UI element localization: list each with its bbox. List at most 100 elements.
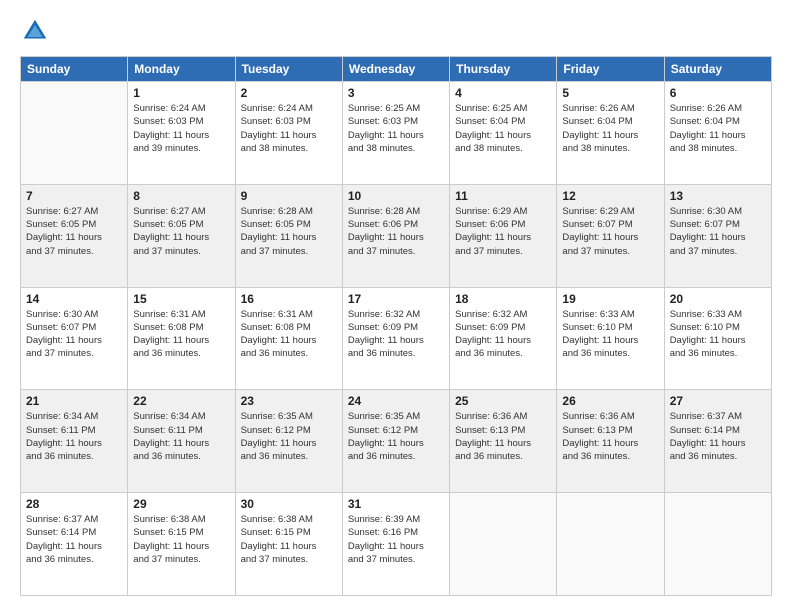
day-number: 3 bbox=[348, 86, 444, 100]
day-info: Sunrise: 6:32 AM Sunset: 6:09 PM Dayligh… bbox=[455, 308, 551, 361]
day-info: Sunrise: 6:25 AM Sunset: 6:04 PM Dayligh… bbox=[455, 102, 551, 155]
day-info: Sunrise: 6:26 AM Sunset: 6:04 PM Dayligh… bbox=[670, 102, 766, 155]
day-info: Sunrise: 6:24 AM Sunset: 6:03 PM Dayligh… bbox=[241, 102, 337, 155]
day-number: 7 bbox=[26, 189, 122, 203]
day-info: Sunrise: 6:30 AM Sunset: 6:07 PM Dayligh… bbox=[26, 308, 122, 361]
day-info: Sunrise: 6:33 AM Sunset: 6:10 PM Dayligh… bbox=[670, 308, 766, 361]
day-info: Sunrise: 6:39 AM Sunset: 6:16 PM Dayligh… bbox=[348, 513, 444, 566]
header bbox=[20, 16, 772, 46]
calendar-header-wednesday: Wednesday bbox=[342, 57, 449, 82]
day-info: Sunrise: 6:24 AM Sunset: 6:03 PM Dayligh… bbox=[133, 102, 229, 155]
calendar-header-friday: Friday bbox=[557, 57, 664, 82]
calendar-day-26: 26 Sunrise: 6:36 AM Sunset: 6:13 PM Dayli… bbox=[557, 390, 664, 493]
calendar-empty-cell bbox=[664, 493, 771, 596]
calendar-day-13: 13 Sunrise: 6:30 AM Sunset: 6:07 PM Dayli… bbox=[664, 184, 771, 287]
day-number: 1 bbox=[133, 86, 229, 100]
calendar-day-5: 5 Sunrise: 6:26 AM Sunset: 6:04 PM Daylig… bbox=[557, 82, 664, 185]
day-number: 27 bbox=[670, 394, 766, 408]
day-info: Sunrise: 6:27 AM Sunset: 6:05 PM Dayligh… bbox=[26, 205, 122, 258]
day-info: Sunrise: 6:25 AM Sunset: 6:03 PM Dayligh… bbox=[348, 102, 444, 155]
day-number: 10 bbox=[348, 189, 444, 203]
day-info: Sunrise: 6:27 AM Sunset: 6:05 PM Dayligh… bbox=[133, 205, 229, 258]
calendar-day-29: 29Sunrise: 6:38 AM Sunset: 6:15 PM Dayli… bbox=[128, 493, 235, 596]
calendar: SundayMondayTuesdayWednesdayThursdayFrid… bbox=[20, 56, 772, 596]
day-number: 24 bbox=[348, 394, 444, 408]
day-number: 19 bbox=[562, 292, 658, 306]
calendar-day-21: 21 Sunrise: 6:34 AM Sunset: 6:11 PM Dayli… bbox=[21, 390, 128, 493]
day-info: Sunrise: 6:30 AM Sunset: 6:07 PM Dayligh… bbox=[670, 205, 766, 258]
day-info: Sunrise: 6:37 AM Sunset: 6:14 PM Dayligh… bbox=[670, 410, 766, 463]
day-number: 23 bbox=[241, 394, 337, 408]
calendar-day-23: 23 Sunrise: 6:35 AM Sunset: 6:12 PM Dayli… bbox=[235, 390, 342, 493]
calendar-day-3: 3 Sunrise: 6:25 AM Sunset: 6:03 PM Daylig… bbox=[342, 82, 449, 185]
day-number: 5 bbox=[562, 86, 658, 100]
day-info: Sunrise: 6:31 AM Sunset: 6:08 PM Dayligh… bbox=[133, 308, 229, 361]
day-number: 8 bbox=[133, 189, 229, 203]
day-number: 9 bbox=[241, 189, 337, 203]
day-info: Sunrise: 6:28 AM Sunset: 6:06 PM Dayligh… bbox=[348, 205, 444, 258]
day-number: 6 bbox=[670, 86, 766, 100]
calendar-day-30: 30 Sunrise: 6:38 AM Sunset: 6:15 PM Dayli… bbox=[235, 493, 342, 596]
calendar-day-11: 11Sunrise: 6:29 AM Sunset: 6:06 PM Dayli… bbox=[450, 184, 557, 287]
calendar-week-row: 1 Sunrise: 6:24 AM Sunset: 6:03 PM Daylig… bbox=[21, 82, 772, 185]
day-number: 25 bbox=[455, 394, 551, 408]
calendar-day-14: 14Sunrise: 6:30 AM Sunset: 6:07 PM Dayli… bbox=[21, 287, 128, 390]
day-number: 13 bbox=[670, 189, 766, 203]
calendar-header-sunday: Sunday bbox=[21, 57, 128, 82]
calendar-header-tuesday: Tuesday bbox=[235, 57, 342, 82]
day-info: Sunrise: 6:37 AM Sunset: 6:14 PM Dayligh… bbox=[26, 513, 122, 566]
day-number: 4 bbox=[455, 86, 551, 100]
day-info: Sunrise: 6:35 AM Sunset: 6:12 PM Dayligh… bbox=[241, 410, 337, 463]
day-info: Sunrise: 6:34 AM Sunset: 6:11 PM Dayligh… bbox=[26, 410, 122, 463]
calendar-day-2: 2Sunrise: 6:24 AM Sunset: 6:03 PM Daylig… bbox=[235, 82, 342, 185]
calendar-empty-cell bbox=[450, 493, 557, 596]
calendar-day-27: 27 Sunrise: 6:37 AM Sunset: 6:14 PM Dayli… bbox=[664, 390, 771, 493]
calendar-week-row: 28 Sunrise: 6:37 AM Sunset: 6:14 PM Dayli… bbox=[21, 493, 772, 596]
day-info: Sunrise: 6:35 AM Sunset: 6:12 PM Dayligh… bbox=[348, 410, 444, 463]
calendar-day-12: 12 Sunrise: 6:29 AM Sunset: 6:07 PM Dayli… bbox=[557, 184, 664, 287]
day-number: 11 bbox=[455, 189, 551, 203]
calendar-day-20: 20 Sunrise: 6:33 AM Sunset: 6:10 PM Dayli… bbox=[664, 287, 771, 390]
day-info: Sunrise: 6:38 AM Sunset: 6:15 PM Dayligh… bbox=[241, 513, 337, 566]
day-number: 21 bbox=[26, 394, 122, 408]
logo-icon bbox=[20, 16, 50, 46]
day-number: 15 bbox=[133, 292, 229, 306]
day-number: 18 bbox=[455, 292, 551, 306]
calendar-header-row: SundayMondayTuesdayWednesdayThursdayFrid… bbox=[21, 57, 772, 82]
calendar-day-4: 4 Sunrise: 6:25 AM Sunset: 6:04 PM Daylig… bbox=[450, 82, 557, 185]
day-number: 30 bbox=[241, 497, 337, 511]
calendar-empty-cell bbox=[21, 82, 128, 185]
day-info: Sunrise: 6:28 AM Sunset: 6:05 PM Dayligh… bbox=[241, 205, 337, 258]
calendar-week-row: 21 Sunrise: 6:34 AM Sunset: 6:11 PM Dayli… bbox=[21, 390, 772, 493]
day-number: 26 bbox=[562, 394, 658, 408]
calendar-day-1: 1 Sunrise: 6:24 AM Sunset: 6:03 PM Daylig… bbox=[128, 82, 235, 185]
calendar-header-saturday: Saturday bbox=[664, 57, 771, 82]
day-number: 12 bbox=[562, 189, 658, 203]
calendar-header-monday: Monday bbox=[128, 57, 235, 82]
calendar-day-25: 25Sunrise: 6:36 AM Sunset: 6:13 PM Dayli… bbox=[450, 390, 557, 493]
calendar-day-7: 7 Sunrise: 6:27 AM Sunset: 6:05 PM Daylig… bbox=[21, 184, 128, 287]
day-info: Sunrise: 6:36 AM Sunset: 6:13 PM Dayligh… bbox=[562, 410, 658, 463]
page: SundayMondayTuesdayWednesdayThursdayFrid… bbox=[0, 0, 792, 612]
day-info: Sunrise: 6:26 AM Sunset: 6:04 PM Dayligh… bbox=[562, 102, 658, 155]
day-number: 16 bbox=[241, 292, 337, 306]
calendar-day-15: 15 Sunrise: 6:31 AM Sunset: 6:08 PM Dayli… bbox=[128, 287, 235, 390]
day-info: Sunrise: 6:31 AM Sunset: 6:08 PM Dayligh… bbox=[241, 308, 337, 361]
calendar-week-row: 14Sunrise: 6:30 AM Sunset: 6:07 PM Dayli… bbox=[21, 287, 772, 390]
day-info: Sunrise: 6:34 AM Sunset: 6:11 PM Dayligh… bbox=[133, 410, 229, 463]
calendar-day-31: 31 Sunrise: 6:39 AM Sunset: 6:16 PM Dayli… bbox=[342, 493, 449, 596]
day-number: 29 bbox=[133, 497, 229, 511]
day-number: 31 bbox=[348, 497, 444, 511]
calendar-day-18: 18 Sunrise: 6:32 AM Sunset: 6:09 PM Dayli… bbox=[450, 287, 557, 390]
logo bbox=[20, 16, 52, 46]
day-number: 28 bbox=[26, 497, 122, 511]
calendar-header-thursday: Thursday bbox=[450, 57, 557, 82]
day-number: 17 bbox=[348, 292, 444, 306]
day-info: Sunrise: 6:29 AM Sunset: 6:07 PM Dayligh… bbox=[562, 205, 658, 258]
calendar-day-16: 16 Sunrise: 6:31 AM Sunset: 6:08 PM Dayli… bbox=[235, 287, 342, 390]
calendar-day-22: 22Sunrise: 6:34 AM Sunset: 6:11 PM Dayli… bbox=[128, 390, 235, 493]
day-number: 20 bbox=[670, 292, 766, 306]
day-info: Sunrise: 6:33 AM Sunset: 6:10 PM Dayligh… bbox=[562, 308, 658, 361]
calendar-day-17: 17Sunrise: 6:32 AM Sunset: 6:09 PM Dayli… bbox=[342, 287, 449, 390]
calendar-day-6: 6 Sunrise: 6:26 AM Sunset: 6:04 PM Daylig… bbox=[664, 82, 771, 185]
